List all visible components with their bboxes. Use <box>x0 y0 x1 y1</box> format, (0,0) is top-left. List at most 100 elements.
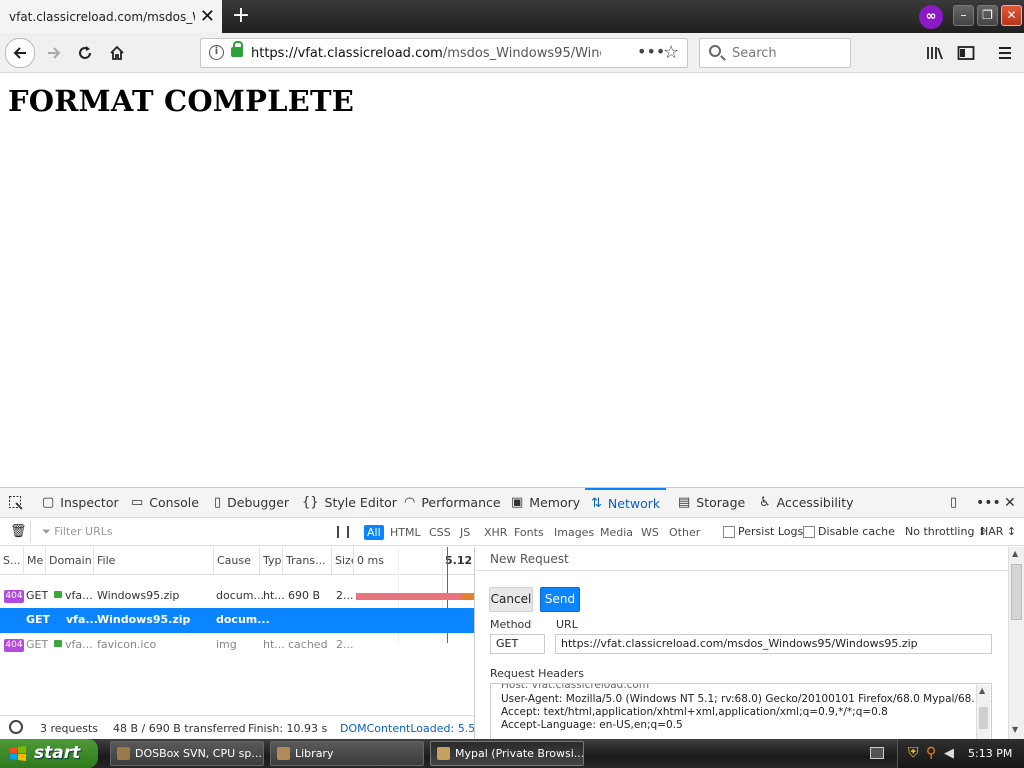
security-shield-icon[interactable]: ⛨ <box>908 739 919 768</box>
filter-fonts[interactable]: Fonts <box>511 525 547 540</box>
forward-icon[interactable] <box>40 39 68 67</box>
col-domain[interactable]: Domain <box>46 547 94 575</box>
disable-cache-checkbox[interactable] <box>803 526 815 538</box>
request-domain-text: vfa... <box>65 638 93 651</box>
sidebar-icon[interactable] <box>952 39 980 67</box>
taskbar-item-mypal[interactable]: Mypal (Private Browsi... <box>430 741 584 766</box>
tab-accessibility[interactable]: ♿ Accessibility <box>759 488 854 518</box>
tab-inspector[interactable]: ▢ Inspector <box>42 488 119 518</box>
restore-window-icon[interactable]: ❐ <box>977 5 998 26</box>
mypal-icon <box>437 747 450 760</box>
persist-logs-checkbox[interactable] <box>723 526 735 538</box>
table-row[interactable]: 404 GET vfa... favicon.ico img ht... cac… <box>0 633 474 657</box>
lock-icon <box>54 640 62 647</box>
scroll-up-icon[interactable]: ▲ <box>1012 549 1018 558</box>
url-field[interactable]: https://vfat.classicreload.com/msdos_Win… <box>555 634 992 654</box>
filter-urls-input[interactable]: ⏷ Filter URLs <box>42 525 113 539</box>
filter-images[interactable]: Images <box>551 525 597 540</box>
search-box[interactable]: Search <box>699 38 851 68</box>
scroll-down-icon[interactable]: ▼ <box>1012 725 1018 734</box>
cancel-button[interactable]: Cancel <box>489 587 533 612</box>
clear-log-trash-icon[interactable]: 🗑 <box>10 524 27 539</box>
col-transferred[interactable]: Trans... <box>283 547 332 575</box>
devtools-menu-icon[interactable]: ••• <box>976 488 1001 518</box>
panel-scrollbar[interactable]: ▲ ▼ <box>1008 547 1024 740</box>
back-icon[interactable] <box>5 38 35 68</box>
new-tab-icon[interactable]: + <box>230 3 252 28</box>
console-icon: ▭ <box>131 495 144 510</box>
request-transferred: 690 B <box>288 589 321 602</box>
col-cause[interactable]: Cause <box>214 547 260 575</box>
dock-side-icon[interactable]: ▯ <box>950 488 957 518</box>
tab-performance[interactable]: ◠ Performance <box>404 488 501 518</box>
filter-html[interactable]: HTML <box>387 525 424 540</box>
scroll-thumb[interactable] <box>979 707 988 729</box>
method-label: Method <box>490 618 532 631</box>
search-tray-icon[interactable]: ⚲ <box>926 739 936 768</box>
col-size[interactable]: Size <box>332 547 354 575</box>
reload-icon[interactable] <box>71 39 99 67</box>
start-button[interactable]: start <box>0 739 98 768</box>
request-headers-label: Request Headers <box>490 667 584 680</box>
scroll-up-icon[interactable]: ▲ <box>979 686 985 695</box>
site-info-icon[interactable]: i <box>209 45 224 60</box>
request-domain: vfa... <box>54 633 93 657</box>
tab-style-editor-label: Style Editor <box>324 495 397 510</box>
tab-storage[interactable]: ▤ Storage <box>678 488 745 518</box>
tab-debugger[interactable]: ▯ Debugger <box>214 488 289 518</box>
accessibility-icon: ♿ <box>759 495 771 510</box>
url-bar[interactable]: i https://vfat.classicreload.com/msdos_W… <box>200 38 688 68</box>
minimize-window-icon[interactable]: – <box>953 5 974 26</box>
table-row[interactable]: GET vfa... Windows95.zip docum... <box>0 608 474 633</box>
har-menu[interactable]: HAR ↕ <box>980 525 1016 538</box>
filter-ws[interactable]: WS <box>638 525 662 540</box>
scroll-thumb[interactable] <box>1011 564 1022 620</box>
col-waterfall: 0 ms 5.12 <box>354 547 474 575</box>
request-headers-field[interactable]: Host: vfat.classicreload.com User-Agent:… <box>490 683 992 740</box>
filter-all[interactable]: All <box>364 525 384 540</box>
page-actions-icon[interactable]: ••• <box>637 42 665 61</box>
clock[interactable]: 5:13 PM <box>968 739 1012 768</box>
tab-style-editor[interactable]: {} Style Editor <box>302 488 397 518</box>
headers-scrollbar[interactable]: ▲ <box>976 685 990 739</box>
menu-icon[interactable] <box>991 39 1019 67</box>
library-icon[interactable] <box>921 39 949 67</box>
pick-element-icon[interactable] <box>8 488 24 518</box>
close-tab-icon[interactable]: ✕ <box>200 6 215 27</box>
table-row[interactable]: 404 GET vfa... Windows95.zip docum... ht… <box>0 584 474 608</box>
filter-media[interactable]: Media <box>597 525 636 540</box>
debugger-icon: ▯ <box>214 495 222 510</box>
filter-css[interactable]: CSS <box>426 525 454 540</box>
browser-tab[interactable]: vfat.classicreload.com/msdos_Windows95 ✕ <box>0 0 222 33</box>
volume-icon[interactable]: ◀ <box>944 739 954 768</box>
timeline-start: 0 ms <box>357 554 384 567</box>
col-type[interactable]: Typ <box>260 547 283 575</box>
close-window-icon[interactable]: ✕ <box>1001 5 1022 26</box>
filter-js[interactable]: JS <box>457 525 473 540</box>
tab-network[interactable]: ⇅ Network <box>585 488 667 518</box>
col-file[interactable]: File <box>94 547 214 575</box>
tab-memory[interactable]: ▣ Memory <box>511 488 580 518</box>
keyboard-icon[interactable] <box>870 747 884 759</box>
style-editor-icon: {} <box>302 495 319 510</box>
taskbar-item-label: Mypal (Private Browsi... <box>455 747 584 760</box>
taskbar-item-library[interactable]: Library <box>270 741 424 766</box>
tab-console[interactable]: ▭ Console <box>131 488 199 518</box>
request-type: ht... <box>263 638 285 651</box>
col-status[interactable]: S... <box>0 547 24 575</box>
home-icon[interactable] <box>103 39 131 67</box>
pause-icon[interactable]: ❙❙ <box>333 524 353 538</box>
filter-xhr[interactable]: XHR <box>481 525 510 540</box>
throttling-select[interactable]: No throttling ↕ <box>905 525 987 538</box>
request-size: 2... <box>336 638 354 651</box>
close-devtools-icon[interactable]: ✕ <box>1004 488 1016 518</box>
memory-icon: ▣ <box>511 495 524 510</box>
taskbar-item-dosbox[interactable]: DOSBox SVN, CPU sp... <box>110 741 264 766</box>
method-field[interactable]: GET <box>490 634 545 654</box>
col-method[interactable]: Me <box>24 547 46 575</box>
tab-title: vfat.classicreload.com/msdos_Windows95 <box>9 9 195 24</box>
request-file: Windows95.zip <box>97 589 180 602</box>
bookmark-star-icon[interactable]: ☆ <box>663 42 679 63</box>
filter-other[interactable]: Other <box>666 525 703 540</box>
send-button[interactable]: Send <box>540 587 580 612</box>
